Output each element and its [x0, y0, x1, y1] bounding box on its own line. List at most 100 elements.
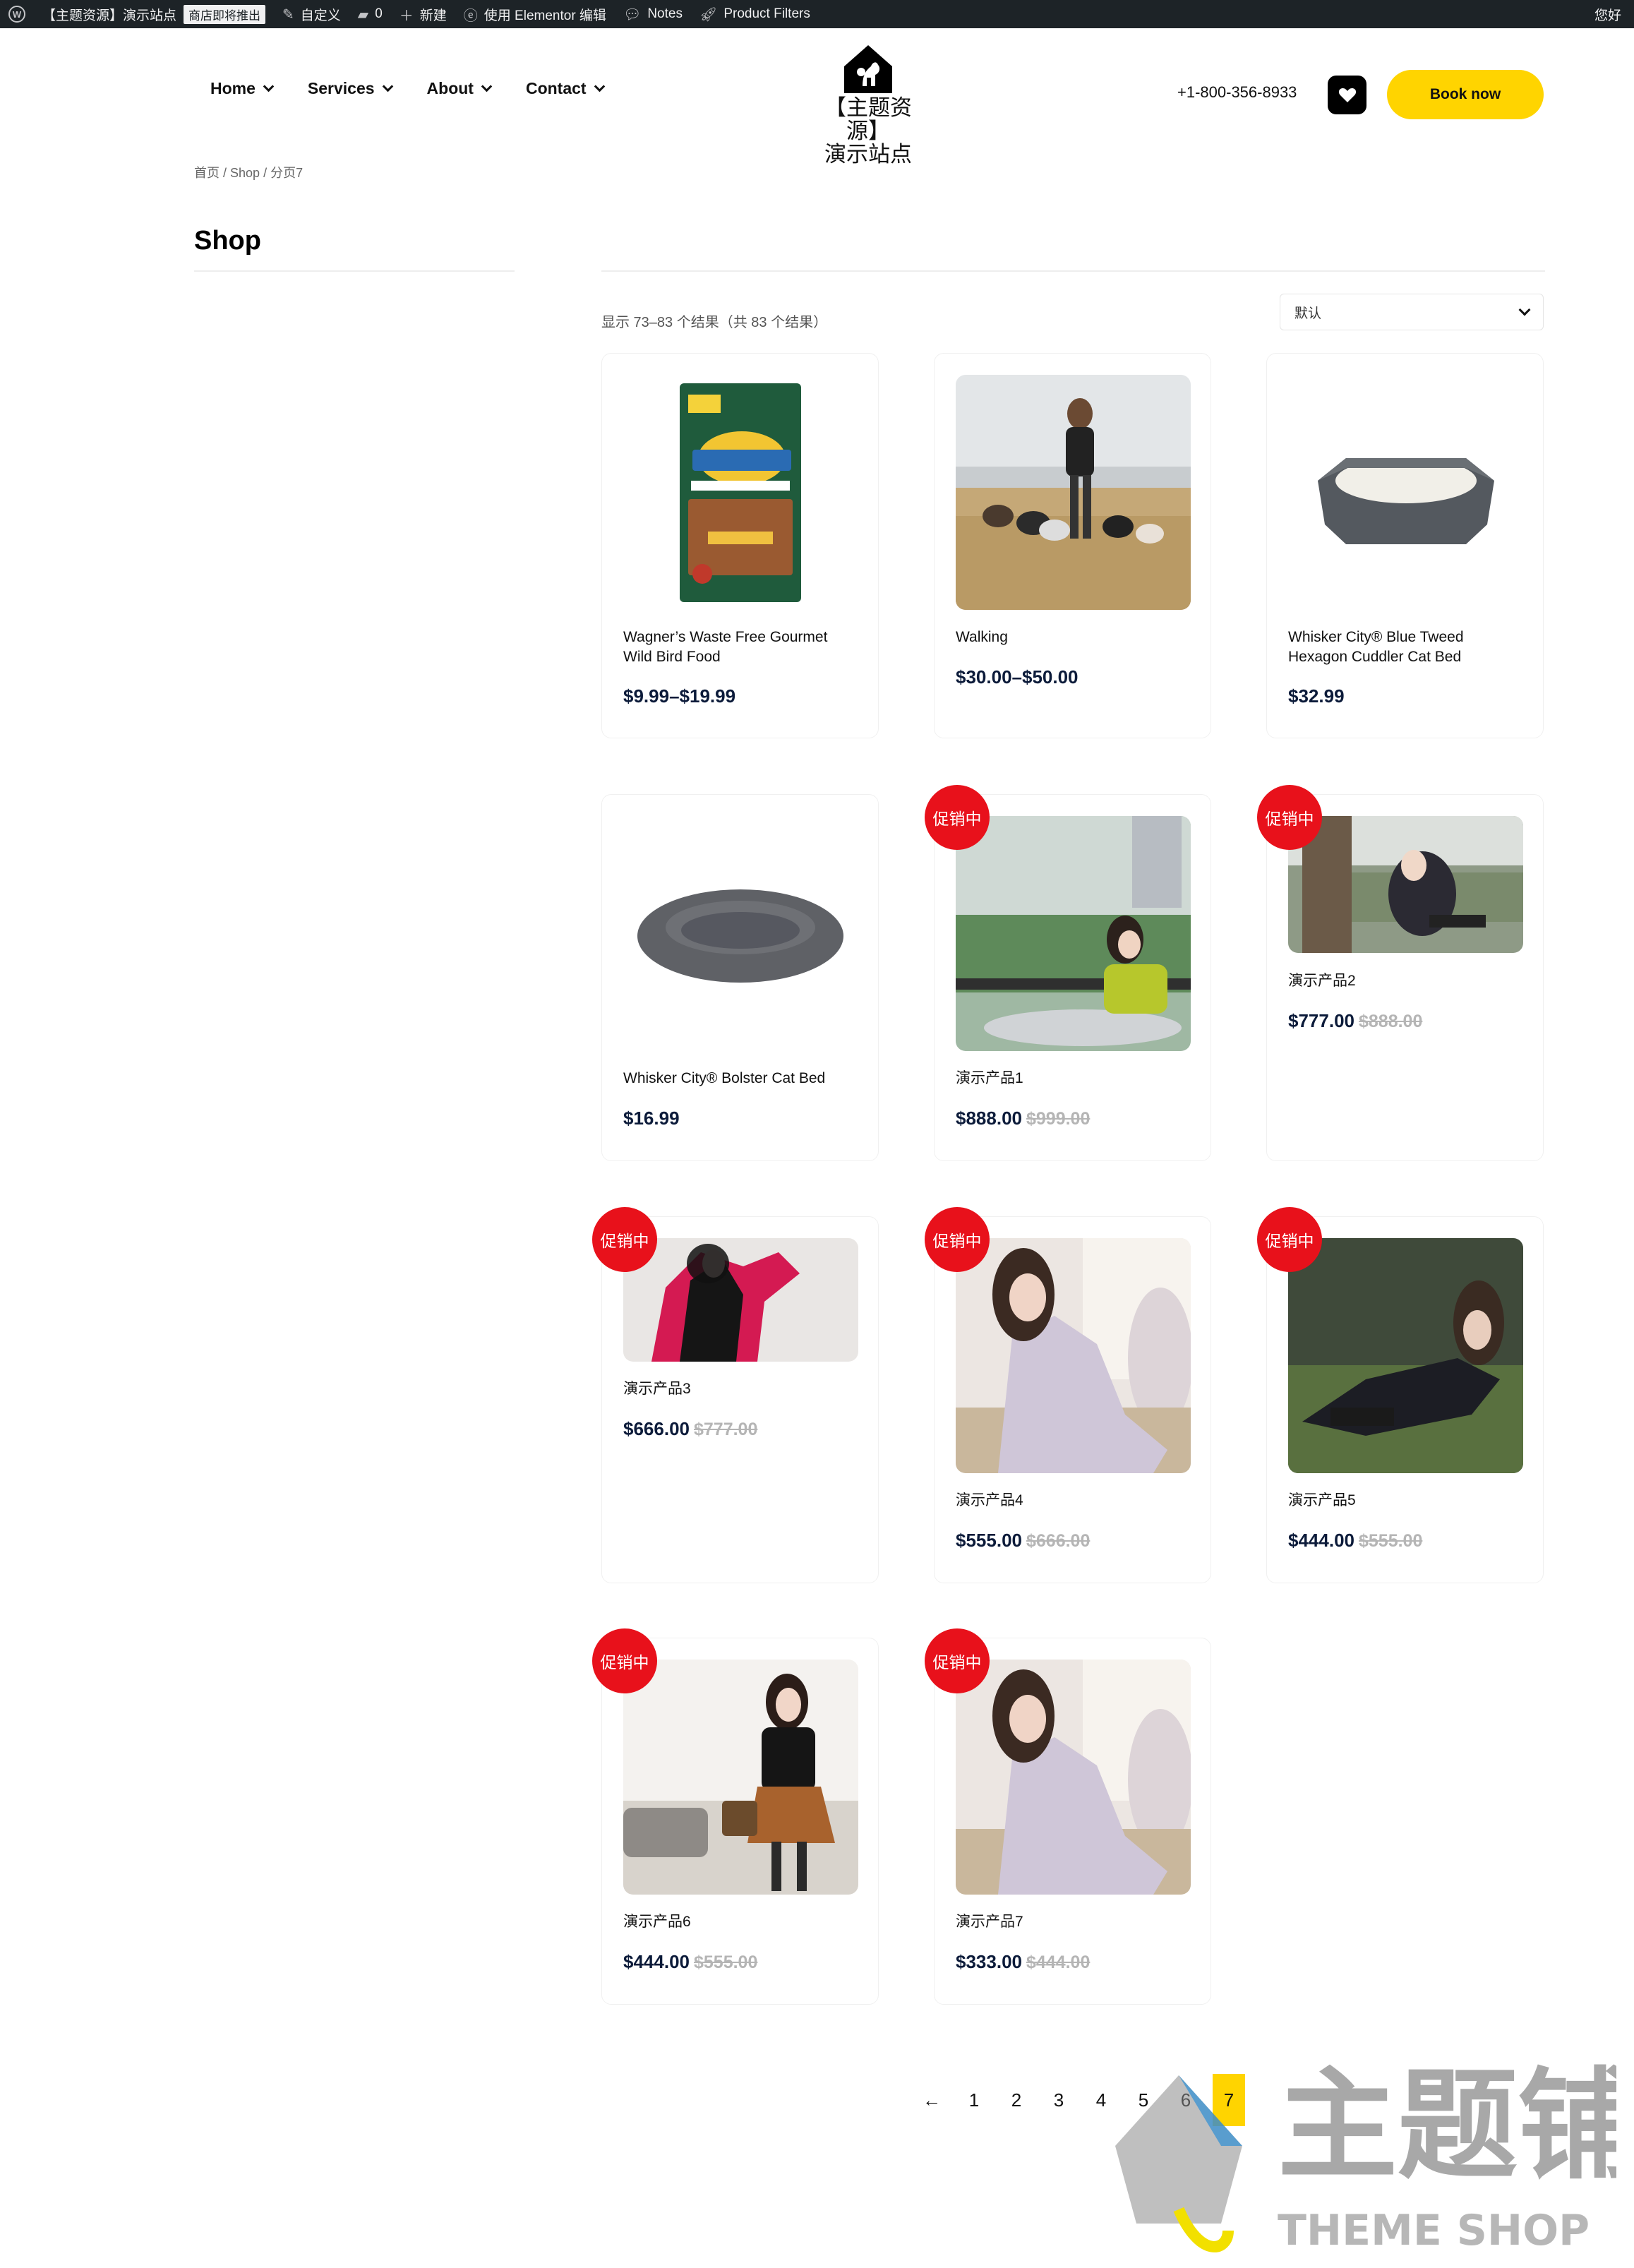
- comment-icon: ▰: [357, 6, 369, 23]
- admin-customize[interactable]: ✎ 自定义: [274, 0, 349, 28]
- product-image[interactable]: [623, 375, 858, 610]
- store-coming-soon-badge: 商店即将推出: [184, 4, 266, 24]
- product-image[interactable]: [1288, 1238, 1523, 1473]
- nav-contact[interactable]: Contact: [526, 79, 605, 98]
- pagination-page-3[interactable]: 3: [1038, 2079, 1080, 2121]
- product-name[interactable]: Whisker City® Bolster Cat Bed: [623, 1069, 858, 1088]
- product-card[interactable]: Whisker City® Bolster Cat Bed $16.99: [601, 794, 879, 1161]
- sale-badge: 促销中: [925, 1628, 990, 1693]
- product-image[interactable]: [623, 1238, 858, 1362]
- nav-about[interactable]: About: [427, 79, 493, 98]
- product-name[interactable]: 演示产品5: [1288, 1491, 1523, 1511]
- result-count: 显示 73–83 个结果（共 83 个结果）: [601, 315, 828, 330]
- product-image[interactable]: [956, 1660, 1191, 1895]
- speech-bubble-icon: 💬︎: [623, 6, 642, 23]
- pagination-page-1[interactable]: 1: [953, 2079, 995, 2121]
- header-phone[interactable]: +1-800-356-8933: [1177, 83, 1297, 102]
- pagination-page-4[interactable]: 4: [1080, 2079, 1122, 2121]
- product-old-price: $888.00: [1358, 1012, 1423, 1031]
- product-current-price: $666.00: [623, 1418, 690, 1439]
- product-old-price: $555.00: [693, 1952, 758, 1972]
- product-name[interactable]: Wagner’s Waste Free Gourmet Wild Bird Fo…: [623, 628, 858, 667]
- product-name[interactable]: 演示产品7: [956, 1912, 1191, 1932]
- brush-icon: ✎: [282, 6, 294, 23]
- product-card[interactable]: 促销中 演示产品5 $444.00 $555.00: [1257, 1207, 1544, 1583]
- pagination-page-6[interactable]: 6: [1165, 2079, 1207, 2121]
- admin-comments[interactable]: ▰ 0: [349, 0, 391, 28]
- product-card[interactable]: 促销中 演示产品3 $666.00 $777.00: [592, 1207, 879, 1583]
- product-name[interactable]: 演示产品2: [1288, 971, 1523, 991]
- product-image[interactable]: [1288, 375, 1523, 610]
- product-card[interactable]: 促销中 演示产品6 $444.00 $555.00: [592, 1628, 879, 2005]
- product-image[interactable]: [956, 1238, 1191, 1473]
- sale-badge: 促销中: [592, 1207, 657, 1272]
- product-card[interactable]: Wagner’s Waste Free Gourmet Wild Bird Fo…: [601, 353, 879, 738]
- product-name[interactable]: Walking: [956, 628, 1191, 647]
- product-name[interactable]: 演示产品4: [956, 1491, 1191, 1511]
- breadcrumb-shop[interactable]: Shop: [230, 166, 260, 180]
- product-name[interactable]: Whisker City® Blue Tweed Hexagon Cuddler…: [1288, 628, 1523, 667]
- product-card[interactable]: Walking $30.00–$50.00: [934, 353, 1211, 738]
- product-image[interactable]: [956, 375, 1191, 610]
- product-old-price: $555.00: [1358, 1531, 1423, 1551]
- heart-icon: [1338, 88, 1356, 102]
- site-logo[interactable]: 【主题资源】 演示站点: [812, 42, 925, 166]
- admin-product-filters[interactable]: 🚀︎ Product Filters: [691, 0, 819, 28]
- pagination: ← 1 2 3 4 5 6 7: [911, 2074, 1245, 2126]
- product-price: $444.00 $555.00: [1288, 1530, 1422, 1552]
- product-image[interactable]: [1288, 816, 1523, 953]
- product-old-price: $777.00: [693, 1420, 758, 1439]
- product-image[interactable]: [623, 816, 858, 1051]
- nav-services-label: Services: [307, 79, 375, 97]
- admin-account-greeting[interactable]: 您好: [1586, 0, 1630, 28]
- chevron-down-icon: [382, 80, 393, 92]
- product-price: $16.99: [623, 1108, 680, 1129]
- wordpress-menu[interactable]: W: [0, 0, 34, 28]
- product-current-price: $32.99: [1288, 685, 1345, 707]
- nav-home[interactable]: Home: [210, 79, 275, 98]
- pagination-page-2[interactable]: 2: [995, 2079, 1038, 2121]
- admin-site-name[interactable]: 【主题资源】演示站点 商店即将推出: [34, 0, 274, 28]
- product-price: $32.99: [1288, 685, 1345, 707]
- wordpress-icon: W: [8, 6, 25, 23]
- product-current-price: $444.00: [1288, 1530, 1354, 1551]
- product-current-price: $9.99–$19.99: [623, 685, 736, 707]
- sale-badge: 促销中: [592, 1628, 657, 1693]
- product-old-price: $444.00: [1026, 1952, 1091, 1972]
- chevron-down-icon: [481, 80, 493, 92]
- book-now-button[interactable]: Book now: [1387, 70, 1544, 119]
- product-card[interactable]: 促销中 演示产品1 $888.00 $999.00: [925, 785, 1211, 1161]
- product-card[interactable]: 促销中 演示产品4 $555.00 $666.00: [925, 1207, 1211, 1583]
- pagination-prev[interactable]: ←: [911, 2079, 953, 2121]
- breadcrumb-home[interactable]: 首页: [194, 166, 220, 180]
- sale-badge: 促销中: [925, 785, 990, 850]
- product-price: $777.00 $888.00: [1288, 1010, 1422, 1032]
- product-image[interactable]: [956, 816, 1191, 1051]
- admin-notes[interactable]: 💬︎ Notes: [615, 0, 691, 28]
- sale-badge: 促销中: [1257, 1207, 1322, 1272]
- product-name[interactable]: 演示产品1: [956, 1069, 1191, 1088]
- house-dog-logo-icon: [844, 45, 892, 93]
- wishlist-button[interactable]: [1328, 76, 1366, 114]
- chevron-down-icon: [1518, 304, 1531, 316]
- admin-elementor[interactable]: ⓔ 使用 Elementor 编辑: [455, 0, 615, 28]
- product-image[interactable]: [623, 1660, 858, 1895]
- product-name[interactable]: 演示产品6: [623, 1912, 858, 1932]
- nav-home-label: Home: [210, 79, 256, 97]
- rocket-icon: 🚀︎: [699, 6, 718, 23]
- product-card[interactable]: 促销中 演示产品7 $333.00 $444.00: [925, 1628, 1211, 2005]
- logo-line-2: 演示站点: [824, 142, 912, 167]
- admin-site-name-label: 【主题资源】演示站点: [42, 8, 177, 23]
- sale-badge: 促销中: [1257, 785, 1322, 850]
- admin-bar: W 【主题资源】演示站点 商店即将推出 ✎ 自定义 ▰ 0 ＋ 新建 ⓔ 使用 …: [0, 0, 1634, 28]
- admin-product-filters-label: Product Filters: [723, 6, 810, 21]
- product-name[interactable]: 演示产品3: [623, 1379, 858, 1399]
- pagination-page-5[interactable]: 5: [1122, 2079, 1165, 2121]
- product-card[interactable]: 促销中 演示产品2 $777.00 $888.00: [1257, 785, 1544, 1161]
- chevron-down-icon: [594, 80, 605, 92]
- product-current-price: $777.00: [1288, 1010, 1354, 1031]
- admin-new[interactable]: ＋ 新建: [391, 0, 455, 28]
- product-card[interactable]: Whisker City® Blue Tweed Hexagon Cuddler…: [1266, 353, 1544, 738]
- sort-select[interactable]: 默认: [1280, 294, 1544, 330]
- nav-services[interactable]: Services: [307, 79, 393, 98]
